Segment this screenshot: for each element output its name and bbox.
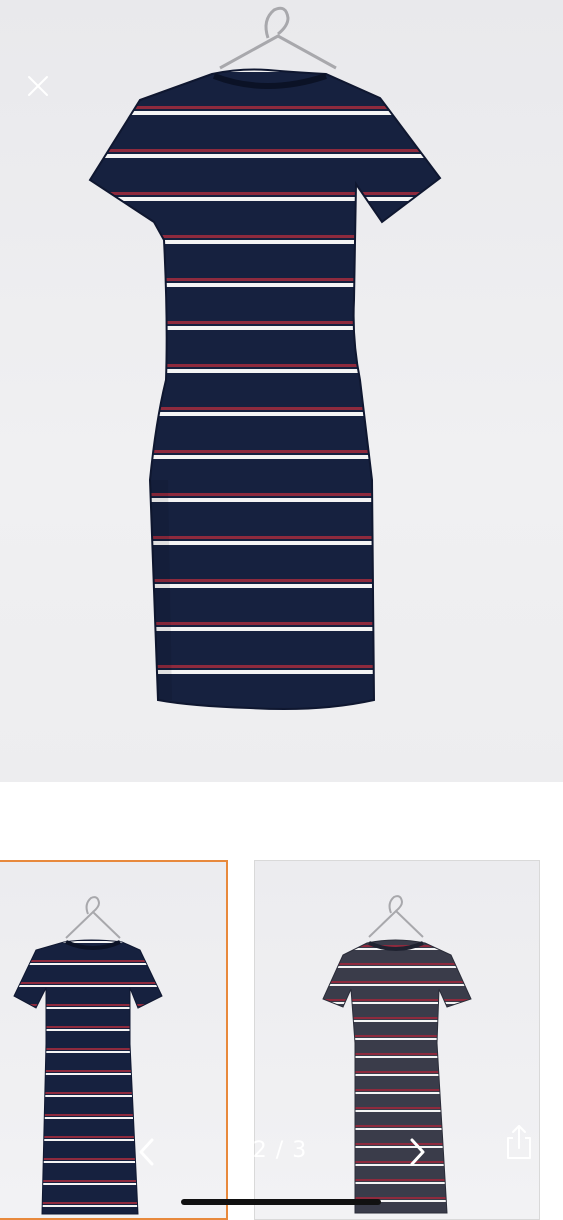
thumbnail-1[interactable] [0,860,228,1220]
main-product-photo [0,0,563,782]
chevron-left-icon [139,1138,154,1166]
thumbnail-2[interactable] [254,860,540,1220]
dress-image [88,6,442,710]
thumbnail-dress-navy [13,896,163,1215]
home-indicator [181,1199,381,1205]
chevron-right-icon [410,1138,425,1166]
share-button[interactable] [502,1122,536,1162]
hanger-graphic [219,6,337,70]
previous-button[interactable] [132,1132,162,1172]
next-button[interactable] [402,1132,432,1172]
thumbnail-dress-grey [322,895,472,1214]
share-icon [507,1125,531,1159]
close-button[interactable] [22,70,54,102]
close-icon [28,76,48,96]
image-counter: 2 / 3 [252,1138,308,1163]
